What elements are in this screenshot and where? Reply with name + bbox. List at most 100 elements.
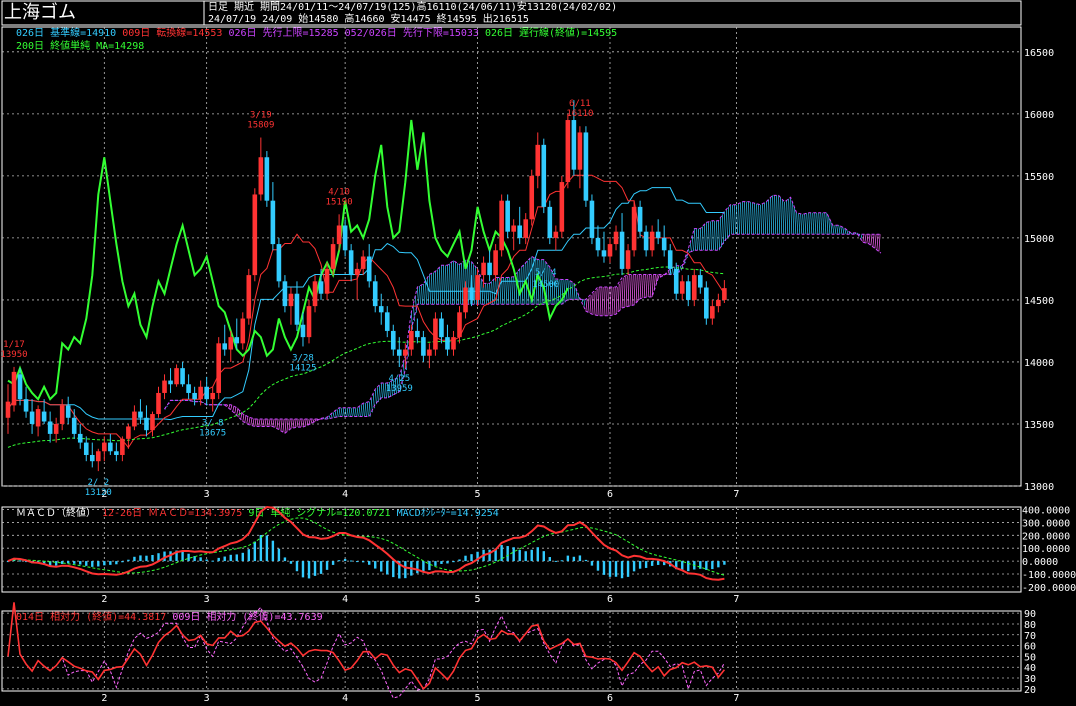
cloud-hatch (306, 418, 309, 426)
cloud-hatch (445, 265, 448, 305)
macd-histogram-bar (205, 559, 208, 562)
candle-body (691, 275, 697, 300)
cloud-hatch (814, 212, 817, 235)
macd-histogram-bar (632, 561, 636, 572)
cloud-hatch (878, 234, 881, 252)
cloud-hatch (846, 229, 849, 235)
macd-histogram-bar (434, 561, 437, 566)
candle-body (571, 120, 577, 170)
macd-histogram-bar (578, 555, 582, 562)
cloud-hatch (591, 293, 594, 315)
cloud-hatch (874, 234, 877, 249)
annotation-date: 4/25 (388, 374, 410, 384)
cloud-hatch (713, 220, 716, 251)
cloud-hatch (439, 267, 441, 305)
candle-body (704, 287, 709, 319)
date-tick-label: 3 (204, 693, 210, 704)
macd-histogram-bar (416, 561, 419, 574)
macd-histogram-bar (506, 546, 509, 562)
cloud-hatch (728, 206, 730, 237)
cloud-hatch (746, 201, 749, 235)
candle-body (294, 293, 300, 325)
candle-body (565, 120, 571, 183)
rsi-panel (7, 602, 726, 699)
macd-histogram-bar (259, 534, 263, 562)
cloud-hatch (796, 212, 799, 235)
candle-body (409, 330, 414, 350)
candle-body (475, 275, 480, 300)
rsi-tick-label: 70 (1024, 631, 1036, 642)
grid-lines (2, 27, 1021, 691)
date-tick-label: 2 (101, 594, 107, 605)
macd-histogram-bar (151, 554, 154, 562)
macd-histogram-bar (584, 559, 588, 562)
candle-body (150, 414, 155, 431)
macd-histogram-bar (488, 549, 491, 562)
candle-body (342, 225, 348, 251)
cloud-hatch (740, 202, 742, 235)
cloud-hatch (864, 234, 867, 243)
date-tick-label: 7 (733, 594, 739, 605)
candle-body (222, 343, 228, 350)
candle-body (613, 231, 619, 245)
chart-canvas: 13000 13500 14000 14500 15000 15500 16000 16500… (0, 0, 1076, 704)
cloud-hatch (641, 274, 644, 299)
cloud-hatch (707, 221, 710, 251)
cloud-hatch (342, 407, 345, 417)
macd-histogram-bar (590, 561, 594, 566)
macd-histogram-bar (277, 548, 281, 562)
cloud-hatch (812, 212, 815, 235)
candle-body (246, 275, 252, 319)
rsi-tick-label: 60 (1024, 642, 1036, 653)
panel-frames (1, 0, 1022, 692)
cloud-hatch (378, 385, 381, 401)
macd-histogram-bar (542, 551, 545, 562)
candle-body (589, 200, 595, 238)
cloud-hatch (818, 212, 821, 235)
candle-body (108, 442, 113, 452)
rsi-tick-label: 20 (1024, 685, 1036, 696)
cloud-hatch (611, 286, 614, 316)
cloud-hatch (300, 418, 303, 428)
cloud-hatch (354, 407, 357, 417)
macd-histogram-bar (446, 561, 449, 564)
macd-histogram-bar (289, 561, 293, 564)
candle-body (493, 250, 498, 276)
cloud-hatch (748, 201, 751, 235)
candle-body (186, 384, 191, 393)
cloud-hatch (298, 418, 301, 428)
candle-body (180, 368, 185, 385)
cloud-hatch (716, 220, 718, 251)
macd-histogram-bar (608, 561, 612, 577)
cloud-hatch (860, 234, 863, 240)
candle-body (192, 392, 197, 400)
cloud-hatch (435, 271, 437, 305)
cloud-hatch (631, 274, 634, 306)
macd-histogram-bar (512, 547, 515, 562)
macd-histogram-bar (596, 561, 600, 571)
cloud-hatch (768, 199, 771, 235)
cloud-hatch (256, 418, 259, 427)
date-tick-label: 3 (204, 594, 210, 605)
candle-body (71, 417, 77, 434)
candle-body (541, 144, 547, 207)
macd-histogram-bar (404, 561, 407, 579)
macd-histogram-bar (656, 561, 660, 565)
candle-body (722, 288, 727, 300)
cloud-hatch (720, 217, 722, 248)
price-tick-label: 16500 (1024, 48, 1054, 59)
candle-body (360, 256, 366, 269)
cloud-hatch (774, 195, 777, 235)
candle-body (156, 392, 161, 415)
cloud-hatch (603, 286, 606, 316)
macd-histogram-bar (121, 561, 124, 563)
cloud-hatch (360, 404, 363, 417)
candle-body (168, 380, 173, 385)
cloud-hatch (336, 409, 339, 417)
macd-histogram-bar (355, 561, 359, 563)
candle-body (312, 281, 318, 307)
cloud-hatch (752, 202, 755, 235)
candle-body (138, 411, 143, 418)
cloud-hatch (302, 418, 305, 428)
cloud-hatch (788, 198, 791, 235)
